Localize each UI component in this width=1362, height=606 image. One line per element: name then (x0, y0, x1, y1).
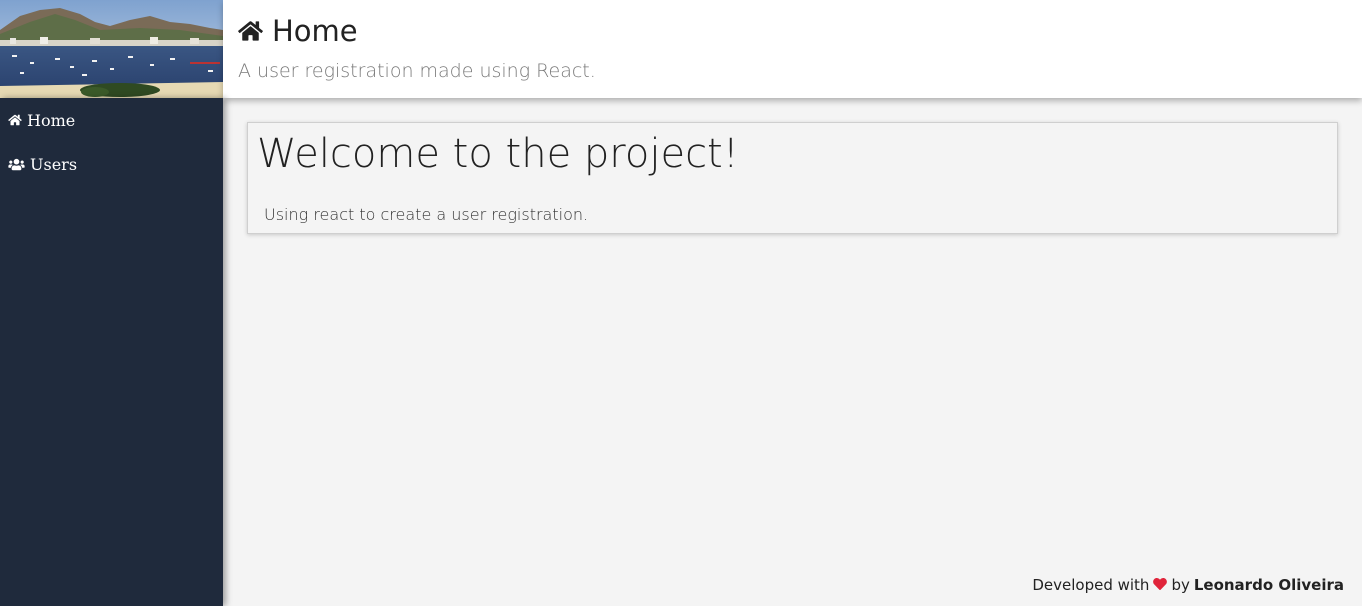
sidebar-item-home[interactable]: Home (0, 98, 223, 142)
sidebar-item-users[interactable]: Users (0, 142, 223, 186)
home-icon (238, 21, 263, 41)
page-subtitle: A user registration made using React. (238, 60, 596, 82)
welcome-heading: Welcome to the project! (257, 131, 739, 177)
welcome-card: Welcome to the project! Using react to c… (247, 122, 1338, 234)
app-root: Home A user registration made using Reac… (0, 0, 1362, 606)
welcome-text: Using react to create a user registratio… (264, 205, 589, 224)
main-content: Welcome to the project! Using react to c… (223, 98, 1362, 606)
sidebar-item-label: Users (30, 154, 78, 174)
users-icon (8, 158, 25, 170)
sidebar-item-label: Home (27, 110, 76, 130)
page-header: Home A user registration made using Reac… (223, 0, 1362, 98)
sidebar-nav: Home Users (0, 98, 223, 606)
logo-image[interactable] (0, 0, 223, 98)
page-title: Home (238, 14, 358, 48)
footer: Developed with by Leonardo Oliveira (1032, 576, 1344, 594)
landscape-photo (0, 0, 223, 98)
page-title-text: Home (272, 14, 358, 48)
footer-by: by (1171, 576, 1190, 594)
footer-prefix: Developed with (1032, 576, 1150, 594)
home-icon (8, 114, 22, 126)
footer-author[interactable]: Leonardo Oliveira (1194, 576, 1344, 594)
heart-icon (1153, 576, 1168, 594)
